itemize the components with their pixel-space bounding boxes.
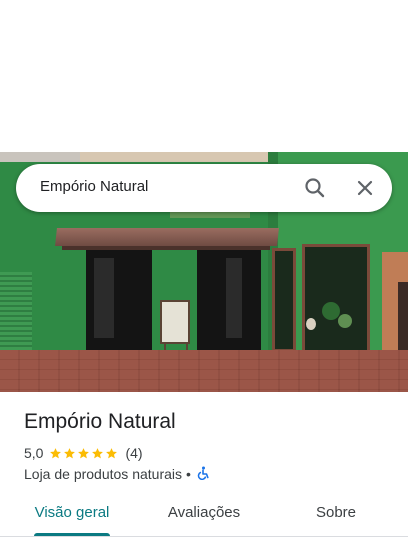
tab-reviews[interactable]: Avaliações — [156, 504, 252, 521]
star-icon — [92, 447, 104, 458]
search-bar[interactable]: Empório Natural — [16, 164, 392, 212]
close-icon[interactable] — [350, 173, 380, 203]
star-icon — [64, 447, 76, 458]
place-category[interactable]: Loja de produtos naturais — [24, 466, 182, 482]
star-rating — [49, 447, 119, 460]
rating-value: 5,0 — [24, 445, 44, 461]
category-row: Loja de produtos naturais • — [24, 465, 210, 483]
tab-about[interactable]: Sobre — [288, 504, 384, 521]
divider — [0, 536, 408, 537]
rating-row[interactable]: 5,0 (4) — [24, 444, 143, 462]
wheelchair-icon[interactable] — [196, 466, 210, 483]
shutter — [0, 272, 32, 360]
reviews-count[interactable]: (4) — [125, 445, 142, 461]
star-icon — [50, 447, 62, 458]
star-icon — [106, 447, 118, 458]
map-blank-area — [0, 0, 408, 152]
star-icon — [78, 447, 90, 458]
search-icon[interactable] — [300, 173, 330, 203]
shop-window — [302, 244, 370, 356]
place-title: Empório Natural — [24, 410, 176, 433]
shop-window — [272, 248, 296, 352]
search-input[interactable]: Empório Natural — [40, 178, 148, 195]
menu-board — [160, 300, 190, 344]
tab-bar: Visão geral Avaliações Sobre — [0, 496, 408, 536]
separator: • — [186, 466, 191, 482]
awning — [55, 228, 279, 246]
tab-overview[interactable]: Visão geral — [24, 504, 120, 521]
